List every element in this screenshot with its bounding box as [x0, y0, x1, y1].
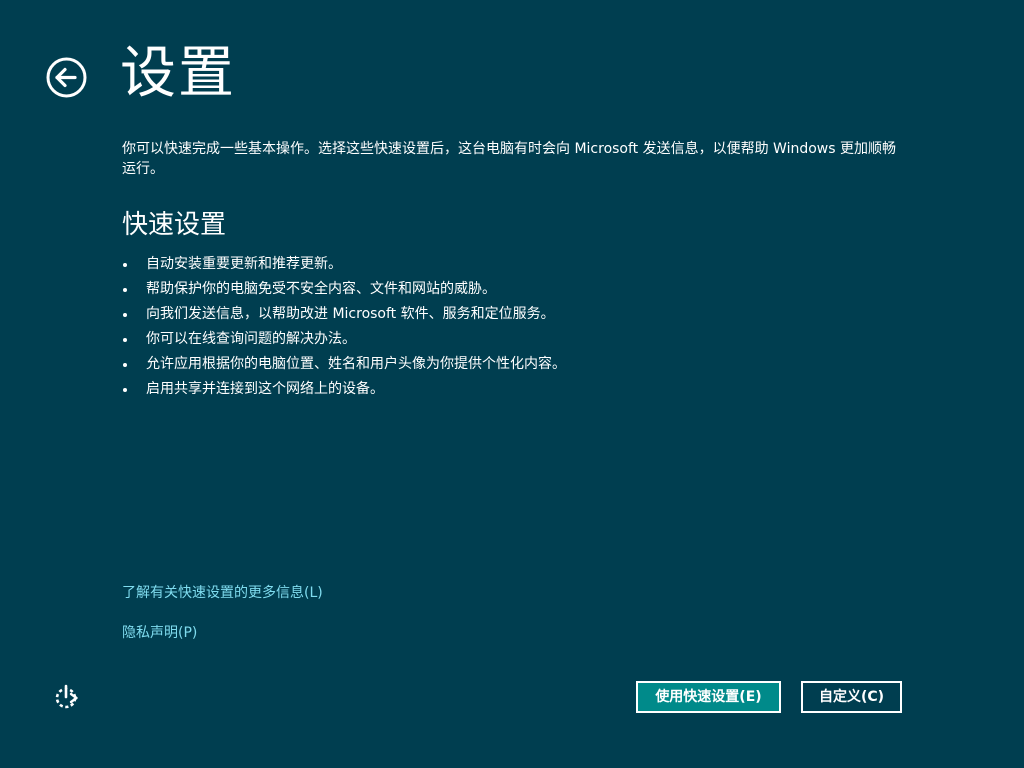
privacy-statement-link[interactable]: 隐私声明(P)	[122, 623, 197, 643]
list-item: 你可以在线查询问题的解决办法。	[122, 327, 566, 352]
list-item: 自动安装重要更新和推荐更新。	[122, 252, 566, 277]
ease-of-access-icon[interactable]	[52, 683, 80, 711]
list-item: 允许应用根据你的电脑位置、姓名和用户头像为你提供个性化内容。	[122, 352, 566, 377]
list-item: 启用共享并连接到这个网络上的设备。	[122, 377, 566, 402]
express-settings-list: 自动安装重要更新和推荐更新。 帮助保护你的电脑免受不安全内容、文件和网站的威胁。…	[122, 252, 566, 402]
back-arrow-icon[interactable]	[46, 57, 87, 98]
learn-more-link[interactable]: 了解有关快速设置的更多信息(L)	[122, 583, 323, 603]
list-item: 向我们发送信息，以帮助改进 Microsoft 软件、服务和定位服务。	[122, 302, 566, 327]
customize-button[interactable]: 自定义(C)	[801, 681, 902, 713]
express-settings-heading: 快速设置	[122, 210, 227, 240]
page-title: 设置	[120, 41, 236, 106]
list-item: 帮助保护你的电脑免受不安全内容、文件和网站的威胁。	[122, 277, 566, 302]
intro-text: 你可以快速完成一些基本操作。选择这些快速设置后，这台电脑有时会向 Microso…	[122, 141, 897, 177]
oobe-settings-page: 设置 你可以快速完成一些基本操作。选择这些快速设置后，这台电脑有时会向 Micr…	[0, 0, 1024, 768]
use-express-settings-button[interactable]: 使用快速设置(E)	[636, 681, 781, 713]
